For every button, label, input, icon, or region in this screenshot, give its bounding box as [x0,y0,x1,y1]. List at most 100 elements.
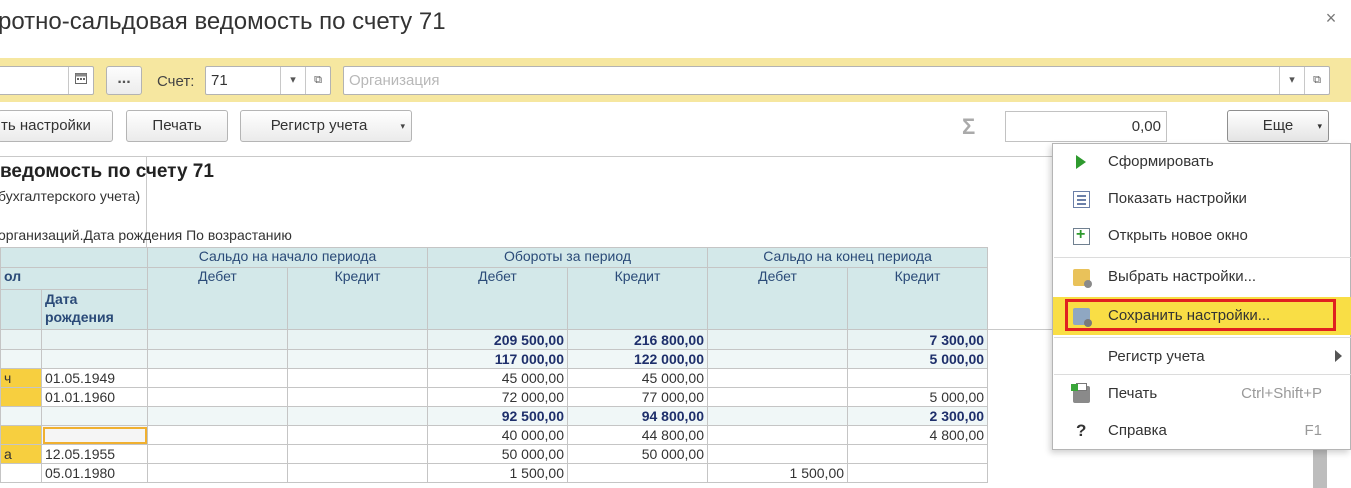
menu-item-generate[interactable]: Сформировать [1053,145,1351,179]
menu-item-help[interactable]: ? Справка F1 [1053,414,1351,448]
cell-tc[interactable]: 77 000,00 [566,387,709,407]
cell-tc[interactable]: 45 000,00 [566,368,709,388]
cell-ed[interactable] [707,425,849,445]
organization-field[interactable]: Организация ▾ ⧉ [343,66,1330,95]
cell-ec[interactable] [847,463,989,483]
cell-tc[interactable]: 44 800,00 [566,425,709,445]
cell-ed[interactable]: 1 500,00 [707,463,849,483]
cell-sc[interactable] [287,425,428,445]
organization-open-icon[interactable]: ⧉ [1304,67,1329,94]
menu-item-save-settings[interactable]: Сохранить настройки... [1053,297,1351,335]
cell-ec[interactable]: 7 300,00 [847,329,989,350]
menu-item-register[interactable]: Регистр учета [1053,340,1351,374]
cell-name[interactable] [0,387,42,407]
cell-sc[interactable] [287,406,428,426]
cell-ed[interactable] [707,444,849,464]
settings-list-icon [1073,191,1090,208]
scrollbar[interactable] [1313,450,1327,488]
cell-sd[interactable] [147,425,288,445]
table-row[interactable]: 40 000,00 44 800,00 4 800,00 [0,425,989,445]
cell-sd[interactable] [147,463,288,483]
menu-item-print[interactable]: Печать Ctrl+Shift+P [1053,377,1351,411]
more-button[interactable]: Еще ▾ [1227,110,1329,142]
cell-name[interactable]: ч [0,368,42,388]
cell-birth-date[interactable] [41,329,148,350]
header-start-balance: Сальдо на начало периода [147,247,428,268]
total-row[interactable]: 209 500,00 216 800,00 7 300,00 [0,329,989,350]
cell-tc[interactable]: 122 000,00 [566,349,709,369]
cell-td[interactable]: 209 500,00 [427,329,568,350]
table-row[interactable]: а 12.05.1955 50 000,00 50 000,00 [0,444,989,464]
table-row[interactable]: 01.01.1960 72 000,00 77 000,00 5 000,00 [0,387,989,407]
cell-ec[interactable]: 5 000,00 [847,387,989,407]
cell-sd[interactable] [147,387,288,407]
cell-sd[interactable] [147,406,288,426]
cell-td[interactable]: 50 000,00 [427,444,568,464]
cell-ec[interactable] [847,368,989,388]
cell-ed[interactable] [707,368,849,388]
calendar-icon[interactable] [68,67,93,94]
cell-birth-date[interactable]: 05.01.1980 [41,463,148,483]
period-input[interactable] [0,66,94,95]
period-select-button[interactable]: ... [106,66,142,95]
menu-item-show-settings[interactable]: Показать настройки [1053,182,1351,216]
cell-td[interactable]: 40 000,00 [427,425,568,445]
cell-sc[interactable] [287,387,428,407]
cell-tc[interactable]: 50 000,00 [566,444,709,464]
cell-name[interactable] [0,463,42,483]
cell-birth-date[interactable]: 01.05.1949 [41,368,148,388]
cell-td[interactable]: 117 000,00 [427,349,568,369]
cell-sc[interactable] [287,444,428,464]
account-open-icon[interactable]: ⧉ [305,67,330,94]
cell-sd[interactable] [147,368,288,388]
cell-sc[interactable] [287,368,428,388]
group-row[interactable]: 117 000,00 122 000,00 5 000,00 [0,349,989,369]
cell-ec[interactable] [847,444,989,464]
organization-dropdown-icon[interactable]: ▾ [1279,67,1304,94]
account-dropdown-icon[interactable]: ▾ [280,67,305,94]
cell-name[interactable] [0,406,42,426]
menu-item-label: Показать настройки [1108,190,1247,207]
cell-tc[interactable] [566,463,709,483]
cell-ec[interactable]: 2 300,00 [847,406,989,426]
cell-ec[interactable]: 5 000,00 [847,349,989,369]
cell-birth-date[interactable]: 01.01.1960 [41,387,148,407]
cell-tc[interactable]: 216 800,00 [566,329,709,350]
cell-birth-date[interactable] [41,349,148,369]
cell-sd[interactable] [147,444,288,464]
menu-item-new-window[interactable]: Открыть новое окно [1053,219,1351,253]
cell-name[interactable] [0,329,42,350]
header-turnover-credit: Кредит [566,267,709,330]
cell-td[interactable]: 45 000,00 [427,368,568,388]
cell-name[interactable] [0,349,42,369]
table-row[interactable]: 05.01.1980 1 500,00 1 500,00 [0,463,989,483]
close-icon[interactable]: × [1322,9,1340,27]
cell-ed[interactable] [707,349,849,369]
cell-name[interactable] [0,425,42,445]
cell-ed[interactable] [707,406,849,426]
cell-tc[interactable]: 94 800,00 [566,406,709,426]
cell-sc[interactable] [287,329,428,350]
table-row[interactable]: ч 01.05.1949 45 000,00 45 000,00 [0,368,989,388]
cell-birth-date[interactable] [41,406,148,426]
cell-ed[interactable] [707,387,849,407]
cell-sd[interactable] [147,349,288,369]
cell-td[interactable]: 72 000,00 [427,387,568,407]
cell-sc[interactable] [287,349,428,369]
print-button[interactable]: Печать [126,110,228,142]
cell-name[interactable]: а [0,444,42,464]
cell-birth-date[interactable] [41,425,148,445]
cell-sc[interactable] [287,463,428,483]
cell-td[interactable]: 1 500,00 [427,463,568,483]
group-row[interactable]: 92 500,00 94 800,00 2 300,00 [0,406,989,426]
cell-birth-date[interactable]: 12.05.1955 [41,444,148,464]
cell-ec[interactable]: 4 800,00 [847,425,989,445]
register-button[interactable]: Регистр учета ▾ [240,110,412,142]
show-settings-button[interactable]: ть настройки [0,110,113,142]
cell-td[interactable]: 92 500,00 [427,406,568,426]
print-icon [1071,383,1090,403]
menu-item-choose-settings[interactable]: Выбрать настройки... [1053,260,1351,294]
account-field[interactable]: 71 ▾ ⧉ [205,66,331,95]
cell-sd[interactable] [147,329,288,350]
cell-ed[interactable] [707,329,849,350]
